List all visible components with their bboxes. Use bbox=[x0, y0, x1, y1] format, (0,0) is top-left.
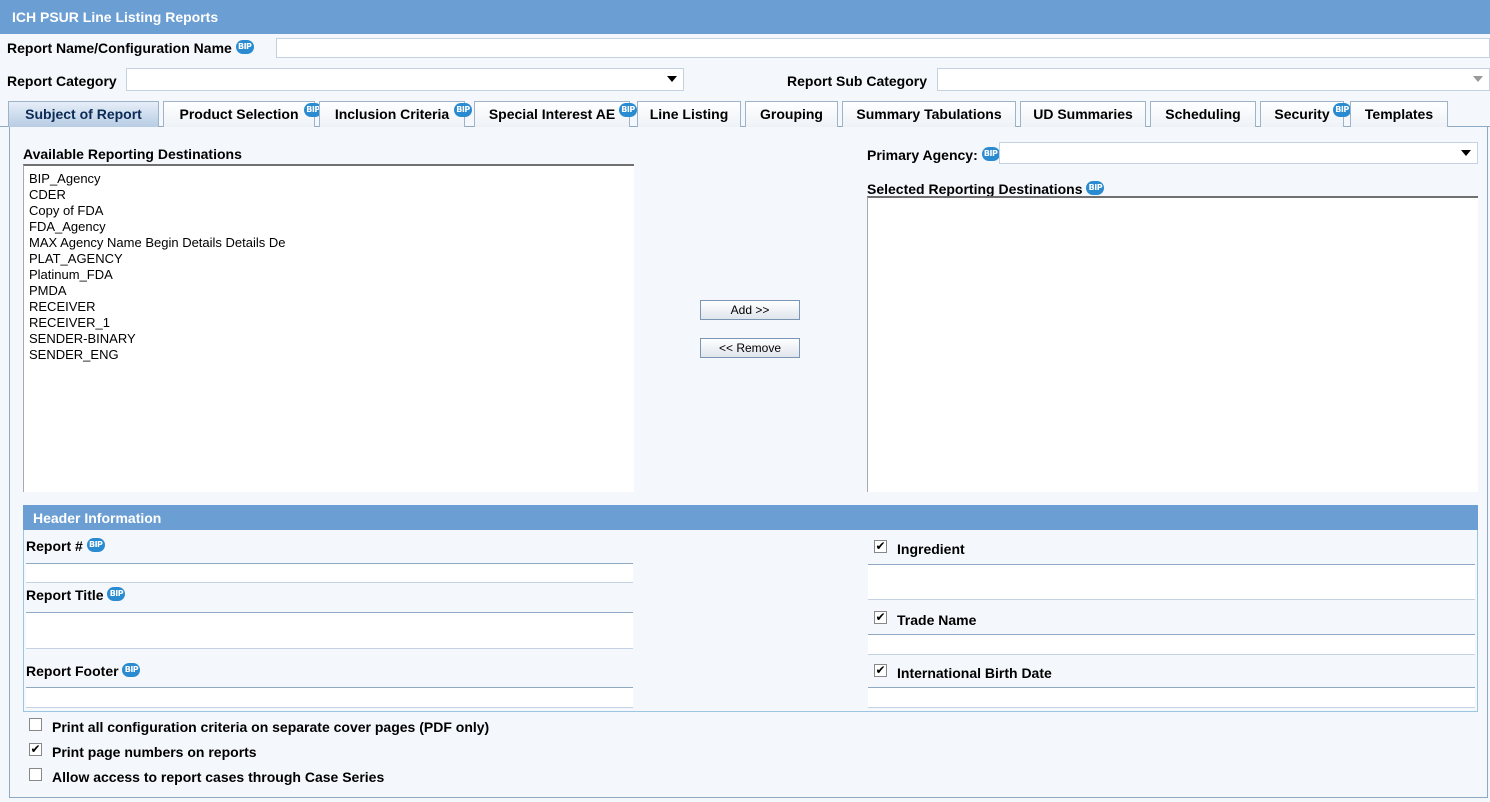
bip-help-icon[interactable]: BIP bbox=[235, 40, 254, 54]
report-category-select[interactable] bbox=[126, 68, 684, 91]
chevron-down-icon bbox=[667, 76, 677, 82]
selected-destinations-list[interactable] bbox=[867, 196, 1478, 492]
add-button[interactable]: Add >> bbox=[700, 300, 800, 320]
bip-help-icon[interactable]: BIP bbox=[454, 103, 472, 117]
case-series-label: Allow access to report cases through Cas… bbox=[52, 769, 385, 785]
tab-ud-summaries[interactable]: UD Summaries bbox=[1020, 101, 1146, 127]
ingredient-input[interactable] bbox=[868, 564, 1475, 600]
report-footer-label: Report Footer BIP bbox=[26, 663, 141, 679]
report-number-input[interactable] bbox=[26, 563, 633, 583]
report-title-input[interactable] bbox=[26, 612, 633, 649]
tab-special-interest-ae[interactable]: Special Interest AE BIP bbox=[474, 101, 637, 127]
tab-grouping[interactable]: Grouping bbox=[745, 101, 838, 127]
case-series-checkbox[interactable] bbox=[29, 768, 42, 781]
report-name-label: Report Name/Configuration Name BIP bbox=[7, 40, 254, 56]
report-category-label: Report Category bbox=[7, 73, 117, 89]
report-footer-input[interactable] bbox=[26, 687, 633, 708]
report-sub-category-label: Report Sub Category bbox=[787, 73, 928, 89]
list-item[interactable]: Copy of FDA bbox=[24, 203, 634, 219]
ingredient-checkbox[interactable]: ✔ bbox=[874, 540, 887, 553]
list-item[interactable]: RECEIVER bbox=[24, 299, 634, 315]
tab-subject-of-report[interactable]: Subject of Report bbox=[8, 101, 159, 127]
report-sub-category-select[interactable] bbox=[937, 68, 1490, 91]
list-item[interactable]: Platinum_FDA bbox=[24, 267, 634, 283]
selected-destinations-label: Selected Reporting Destinations BIP bbox=[867, 181, 1105, 197]
window-title: ICH PSUR Line Listing Reports bbox=[12, 9, 219, 25]
chevron-down-icon bbox=[1473, 76, 1483, 82]
header-information-section bbox=[23, 505, 1478, 712]
page-numbers-checkbox[interactable]: ✔ bbox=[29, 743, 42, 756]
available-destinations-label: Available Reporting Destinations bbox=[23, 146, 242, 162]
bip-help-icon[interactable]: BIP bbox=[122, 663, 141, 677]
chevron-down-icon bbox=[1461, 150, 1471, 156]
list-item[interactable]: PLAT_AGENCY bbox=[24, 251, 634, 267]
cover-pages-label: Print all configuration criteria on sepa… bbox=[52, 719, 490, 735]
international-birth-date-label: International Birth Date bbox=[897, 665, 1052, 681]
bip-help-icon[interactable]: BIP bbox=[981, 147, 1000, 161]
tab-security[interactable]: Security BIP bbox=[1260, 101, 1351, 127]
international-birth-date-input[interactable] bbox=[868, 687, 1475, 708]
tab-inclusion-criteria[interactable]: Inclusion Criteria BIP bbox=[319, 101, 472, 127]
list-item[interactable]: FDA_Agency bbox=[24, 219, 634, 235]
list-item[interactable]: CDER bbox=[24, 187, 634, 203]
list-item[interactable]: SENDER-BINARY bbox=[24, 331, 634, 347]
report-number-label: Report # BIP bbox=[26, 538, 105, 554]
list-item[interactable]: MAX Agency Name Begin Details Details De bbox=[24, 235, 634, 251]
bip-help-icon[interactable]: BIP bbox=[86, 538, 105, 552]
page-numbers-label: Print page numbers on reports bbox=[52, 744, 257, 760]
tab-scheduling[interactable]: Scheduling bbox=[1150, 101, 1256, 127]
header-information-title: Header Information bbox=[23, 505, 1478, 530]
bip-help-icon[interactable]: BIP bbox=[1086, 181, 1105, 195]
primary-agency-label: Primary Agency: BIP bbox=[867, 147, 1000, 163]
list-item[interactable]: PMDA bbox=[24, 283, 634, 299]
bip-help-icon[interactable]: BIP bbox=[619, 103, 637, 117]
list-item[interactable]: RECEIVER_1 bbox=[24, 315, 634, 331]
trade-name-input[interactable] bbox=[868, 634, 1475, 655]
window-title-bar: ICH PSUR Line Listing Reports bbox=[0, 0, 1490, 34]
remove-button[interactable]: << Remove bbox=[700, 338, 800, 358]
tab-summary-tabulations[interactable]: Summary Tabulations bbox=[842, 101, 1016, 127]
ingredient-label: Ingredient bbox=[897, 541, 965, 557]
tab-templates[interactable]: Templates bbox=[1350, 101, 1448, 127]
report-name-input[interactable] bbox=[276, 38, 1490, 58]
trade-name-label: Trade Name bbox=[897, 612, 977, 628]
cover-pages-checkbox[interactable] bbox=[29, 718, 42, 731]
list-item[interactable]: BIP_Agency bbox=[24, 171, 634, 187]
bip-help-icon[interactable]: BIP bbox=[107, 587, 126, 601]
available-destinations-list[interactable]: BIP_Agency CDER Copy of FDA FDA_Agency M… bbox=[23, 164, 634, 492]
list-item[interactable]: SENDER_ENG bbox=[24, 347, 634, 363]
primary-agency-select[interactable] bbox=[999, 142, 1478, 164]
bip-help-icon[interactable]: BIP bbox=[1333, 103, 1351, 117]
tab-line-listing[interactable]: Line Listing bbox=[637, 101, 741, 127]
report-title-label: Report Title BIP bbox=[26, 587, 126, 603]
international-birth-date-checkbox[interactable]: ✔ bbox=[874, 664, 887, 677]
trade-name-checkbox[interactable]: ✔ bbox=[874, 611, 887, 624]
tab-product-selection[interactable]: Product Selection BIP bbox=[163, 101, 322, 127]
